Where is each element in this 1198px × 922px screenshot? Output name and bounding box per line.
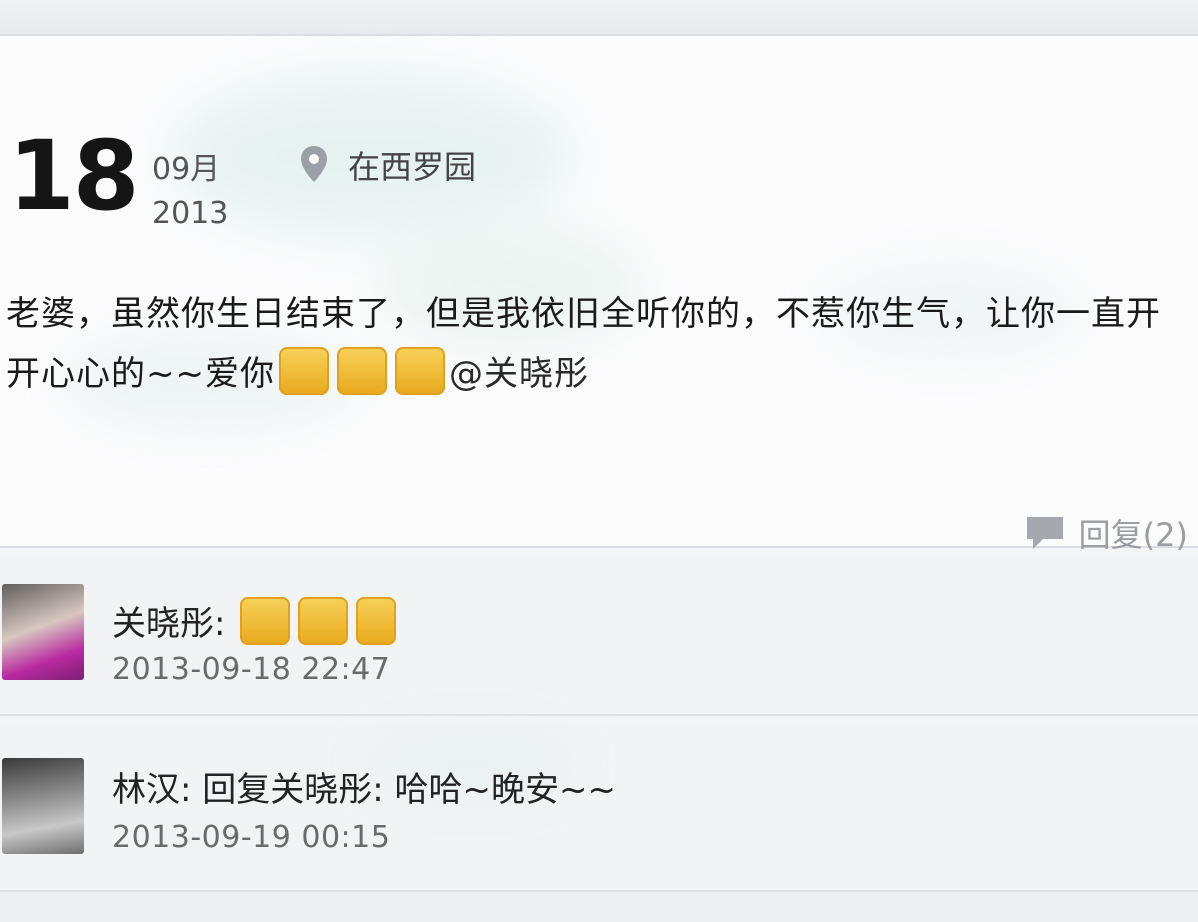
post-date-year: 2013 [152, 196, 229, 231]
post-date-day: 18 [8, 120, 140, 232]
comment-content: 林汉: 回复关晓彤: 哈哈~晚安~~ [112, 762, 616, 811]
comment-separator: : [180, 770, 192, 810]
location-pin-icon [301, 146, 327, 182]
post-location[interactable]: 在西罗园 [348, 142, 476, 188]
bottom-divider-strip [0, 892, 1198, 922]
comment-author[interactable]: 林汉 [112, 770, 180, 810]
comment-item: 关晓彤: 2013-09-18 22:47 [0, 556, 1198, 716]
emoji-icon [394, 347, 445, 395]
comment-separator: : [214, 604, 226, 644]
comment-text: 回复关晓彤: 哈哈~晚安~~ [202, 770, 617, 810]
emoji-icon [278, 347, 329, 395]
emoji-icon [240, 597, 291, 645]
reply-label: 回复(2) [1078, 516, 1188, 554]
comment-content: 关晓彤: [112, 596, 400, 645]
avatar[interactable] [2, 584, 84, 680]
top-divider-strip [0, 0, 1198, 36]
post-mention-link[interactable]: @关晓彤 [449, 354, 589, 394]
comment-bubble-icon [1026, 517, 1063, 549]
avatar[interactable] [2, 758, 84, 854]
emoji-icon [336, 347, 387, 395]
comment-author[interactable]: 关晓彤 [112, 604, 214, 644]
emoji-icon [356, 597, 397, 645]
comment-item: 林汉: 回复关晓彤: 哈哈~晚安~~ 2013-09-19 00:15 [0, 724, 1198, 892]
post-body: 老婆，虽然你生日结束了，但是我依旧全听你的，不惹你生气，让你一直开开心心的~~爱… [6, 284, 1192, 404]
emoji-icon [298, 597, 349, 645]
comment-timestamp: 2013-09-19 00:15 [112, 820, 391, 855]
post-card: 18 09月 2013 在西罗园 老婆，虽然你生日结束了，但是我依旧全听你的，不… [0, 36, 1198, 554]
comment-timestamp: 2013-09-18 22:47 [112, 652, 391, 687]
reply-button[interactable]: 回复(2) [1023, 510, 1188, 556]
post-date-month: 09月 [152, 152, 221, 187]
weibo-post-page: 18 09月 2013 在西罗园 老婆，虽然你生日结束了，但是我依旧全听你的，不… [0, 0, 1198, 922]
